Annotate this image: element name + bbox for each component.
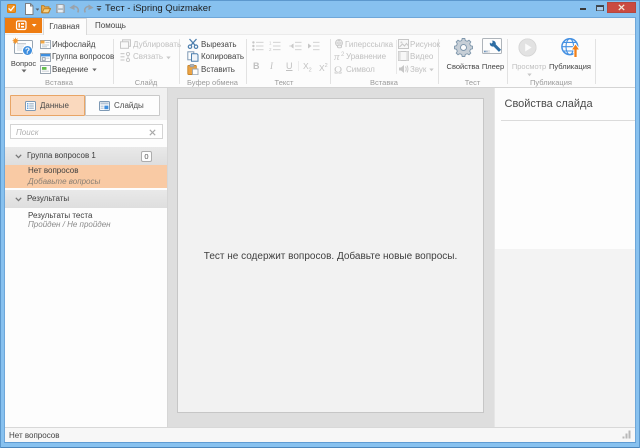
svg-text:1: 1 bbox=[269, 41, 272, 45]
svg-text:2: 2 bbox=[269, 47, 272, 51]
svg-text:?: ? bbox=[25, 46, 30, 56]
svg-text:Ω: Ω bbox=[334, 64, 342, 75]
svg-text:2: 2 bbox=[341, 52, 345, 58]
svg-text:π: π bbox=[334, 51, 340, 62]
